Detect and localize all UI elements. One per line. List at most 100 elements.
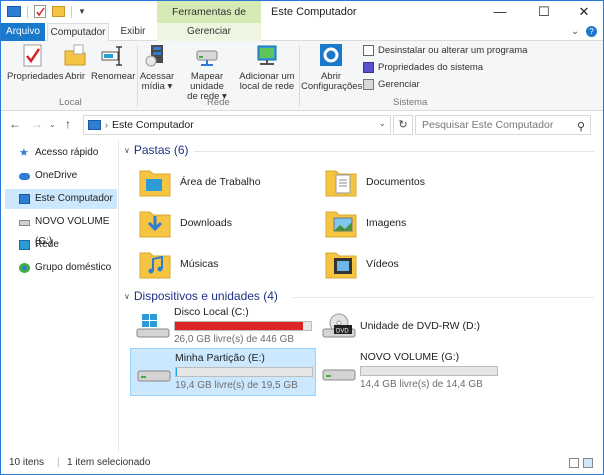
music-folder-icon bbox=[138, 247, 172, 281]
nav-item-new-volume[interactable]: NOVO VOLUME (G:) bbox=[5, 212, 117, 247]
manage-label: Gerenciar bbox=[378, 79, 420, 90]
search-placeholder: Pesquisar Este Computador bbox=[422, 119, 554, 131]
properties-check-icon[interactable] bbox=[34, 5, 46, 18]
recent-locations-icon[interactable]: ⌄ bbox=[49, 120, 56, 129]
tab-file[interactable]: Arquivo bbox=[1, 23, 45, 41]
access-media-button[interactable]: Acessar mídia ▾ bbox=[139, 43, 175, 92]
nav-item-homegroup[interactable]: Grupo doméstico bbox=[5, 258, 117, 278]
search-input[interactable]: Pesquisar Este Computador ⚲ bbox=[415, 115, 591, 135]
windows-drive-icon bbox=[136, 313, 170, 339]
drive-item-g[interactable]: NOVO VOLUME (G:) 14,4 GB livre(s) de 14,… bbox=[316, 348, 502, 396]
uninstall-icon bbox=[363, 45, 374, 56]
system-properties-button[interactable]: Propriedades do sistema bbox=[363, 62, 483, 73]
address-bar[interactable]: › Este Computador ⌄ bbox=[83, 115, 391, 135]
folder-item-documents[interactable]: Documentos bbox=[324, 163, 425, 201]
folder-item-downloads[interactable]: Downloads bbox=[138, 204, 232, 242]
folder-item-desktop[interactable]: Área de Trabalho bbox=[138, 163, 261, 201]
status-bar: 10 itens | 1 item selecionado bbox=[1, 453, 603, 475]
folder-item-videos[interactable]: Vídeos bbox=[324, 245, 399, 283]
large-icons-view-icon[interactable] bbox=[583, 458, 593, 468]
back-arrow-icon[interactable]: ← bbox=[9, 117, 21, 131]
nav-item-onedrive[interactable]: OneDrive bbox=[5, 166, 117, 186]
up-arrow-icon[interactable]: ↑ bbox=[65, 117, 71, 131]
nav-label: Rede bbox=[35, 239, 59, 250]
uninstall-program-button[interactable]: Desinstalar ou alterar um programa bbox=[363, 45, 527, 56]
close-button[interactable]: ✕ bbox=[563, 1, 604, 23]
properties-label: Propriedades bbox=[7, 71, 64, 82]
manage-button[interactable]: Gerenciar bbox=[363, 79, 420, 90]
drive-usage-fill bbox=[176, 368, 177, 376]
network-drive-icon bbox=[195, 43, 219, 69]
nav-item-quick-access[interactable]: ★ Acesso rápido bbox=[5, 143, 117, 163]
navigation-pane: ★ Acesso rápido OneDrive Este Computador… bbox=[1, 139, 119, 453]
qat-dropdown-icon[interactable]: ▼ bbox=[78, 7, 86, 16]
tab-manage[interactable]: Gerenciar bbox=[157, 23, 261, 41]
desktop-folder-icon bbox=[138, 165, 172, 199]
drive-icon bbox=[137, 359, 171, 385]
section-header-folders[interactable]: ∨ Pastas (6) bbox=[124, 143, 594, 157]
drive-usage-bar bbox=[175, 367, 313, 377]
network-location-icon bbox=[255, 43, 279, 69]
computer-icon[interactable] bbox=[7, 6, 21, 17]
open-button[interactable]: Abrir bbox=[61, 43, 89, 82]
navigation-bar: ← → ⌄ ↑ › Este Computador ⌄ ↻ Pesquisar … bbox=[1, 112, 603, 138]
folder-item-pictures[interactable]: Imagens bbox=[324, 204, 406, 242]
drive-tools-context-tab: Ferramentas de Unidade bbox=[157, 1, 261, 40]
section-divider bbox=[194, 151, 594, 152]
view-switcher bbox=[569, 458, 593, 468]
nav-item-network[interactable]: Rede bbox=[5, 235, 117, 255]
properties-button[interactable]: Propriedades bbox=[7, 43, 64, 82]
breadcrumb-separator-icon[interactable]: › bbox=[105, 120, 108, 130]
divider bbox=[71, 5, 72, 18]
properties-icon bbox=[21, 43, 45, 69]
drive-name: Disco Local (C:) bbox=[174, 306, 249, 318]
maximize-button[interactable]: ☐ bbox=[523, 1, 565, 23]
refresh-icon: ↻ bbox=[398, 119, 408, 131]
search-icon[interactable]: ⚲ bbox=[577, 118, 585, 136]
nav-label: OneDrive bbox=[35, 170, 78, 181]
drive-item-e[interactable]: Minha Partição (E:) 19,4 GB livre(s) de … bbox=[130, 348, 316, 396]
drive-item-d[interactable]: DVD Unidade de DVD-RW (D:) bbox=[316, 303, 502, 351]
collapse-chevron-icon[interactable]: ∨ bbox=[124, 292, 130, 301]
group-divider bbox=[299, 45, 300, 107]
section-header-devices[interactable]: ∨ Dispositivos e unidades (4) bbox=[124, 289, 594, 303]
map-network-drive-button[interactable]: Mapear unidade de rede ▾ bbox=[175, 43, 239, 102]
folder-item-music[interactable]: Músicas bbox=[138, 245, 219, 283]
chevron-down-icon[interactable]: ⌄ bbox=[571, 26, 579, 37]
computer-icon bbox=[19, 194, 30, 204]
folder-label: Downloads bbox=[180, 217, 232, 229]
window-title: Este Computador bbox=[271, 6, 357, 18]
refresh-button[interactable]: ↻ bbox=[393, 115, 413, 135]
breadcrumb[interactable]: Este Computador bbox=[112, 119, 194, 131]
section-title: Pastas (6) bbox=[133, 143, 189, 157]
system-properties-icon bbox=[363, 62, 374, 73]
open-settings-button[interactable]: Abrir Configurações bbox=[301, 43, 362, 92]
divider bbox=[27, 5, 28, 18]
drive-icon bbox=[322, 358, 356, 384]
map-drive-label: Mapear unidade bbox=[190, 71, 224, 92]
help-icon[interactable]: ? bbox=[586, 26, 597, 37]
ribbon-tabs: Arquivo Computador Exibir Gerenciar ⌄ ? bbox=[1, 23, 603, 42]
tab-view[interactable]: Exibir bbox=[111, 23, 155, 41]
section-divider bbox=[292, 297, 594, 298]
add-network-location-button[interactable]: Adicionar um local de rede bbox=[239, 43, 295, 92]
forward-arrow-icon[interactable]: → bbox=[31, 117, 43, 131]
collapse-chevron-icon[interactable]: ∨ bbox=[124, 146, 130, 155]
rename-button[interactable]: Renomear bbox=[91, 43, 135, 82]
videos-folder-icon bbox=[324, 247, 358, 281]
minimize-button[interactable]: — bbox=[479, 1, 521, 23]
folder-label: Área de Trabalho bbox=[180, 176, 261, 188]
details-view-icon[interactable] bbox=[569, 458, 579, 468]
documents-folder-icon bbox=[324, 165, 358, 199]
nav-item-this-pc[interactable]: Este Computador bbox=[5, 189, 117, 209]
open-folder-icon bbox=[63, 43, 87, 69]
rename-icon bbox=[100, 43, 124, 69]
address-dropdown-icon[interactable]: ⌄ bbox=[378, 118, 386, 129]
computer-icon bbox=[88, 120, 101, 130]
drive-item-c[interactable]: Disco Local (C:) 26,0 GB livre(s) de 446… bbox=[130, 303, 316, 351]
pictures-folder-icon bbox=[324, 206, 358, 240]
tab-computer[interactable]: Computador bbox=[47, 23, 109, 42]
explorer-window: ▼ Ferramentas de Unidade Este Computador… bbox=[0, 0, 604, 475]
group-label-system: Sistema bbox=[393, 97, 428, 108]
new-folder-icon[interactable] bbox=[52, 6, 65, 17]
